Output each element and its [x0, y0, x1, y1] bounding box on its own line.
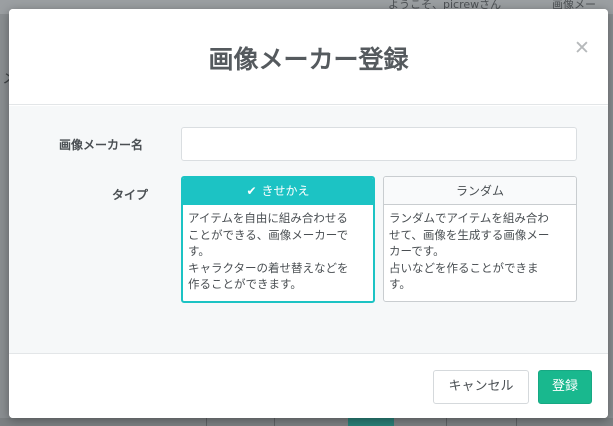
type-option-header: ランダム	[384, 177, 576, 205]
cancel-button[interactable]: キャンセル	[433, 370, 529, 404]
background-table-divider	[274, 418, 275, 426]
close-icon[interactable]: ✕	[572, 38, 592, 58]
modal-header: 画像メーカー登録 ✕	[9, 9, 608, 105]
type-option-description: アイテムを自由に組み合わせる ことができる、画像メーカーで す。 キャラクターの…	[188, 211, 349, 291]
background-table-strip	[0, 418, 613, 426]
register-button[interactable]: 登録	[538, 370, 592, 404]
background-table-divider	[206, 418, 207, 426]
background-table-divider	[516, 418, 517, 426]
type-option-description: ランダムでアイテムを組み合わ せて、画像を生成する画像メー カーです。 占いなど…	[389, 211, 550, 291]
modal-footer: キャンセル 登録	[9, 353, 608, 418]
background-table-divider	[446, 418, 447, 426]
maker-name-input[interactable]	[181, 127, 577, 161]
modal-title: 画像メーカー登録	[208, 45, 409, 74]
type-option-random[interactable]: ランダム ランダムでアイテムを組み合わ せて、画像を生成する画像メー カーです。…	[383, 176, 577, 302]
register-maker-modal: 画像メーカー登録 ✕ 画像メーカー名 タイプ ✔ きせかえ アイテムを自由に組み合…	[9, 9, 608, 418]
maker-name-label: 画像メーカー名	[59, 138, 144, 152]
type-option-header: ✔ きせかえ	[183, 178, 373, 205]
background-teal-cell	[348, 418, 394, 426]
type-option-label: きせかえ	[261, 184, 310, 198]
modal-body: 画像メーカー名 タイプ ✔ きせかえ アイテムを自由に組み合わせる ことができる、…	[9, 106, 608, 353]
type-label: タイプ	[112, 188, 149, 202]
check-icon: ✔	[246, 184, 257, 198]
type-option-label: ランダム	[455, 184, 504, 198]
type-option-kisekae[interactable]: ✔ きせかえ アイテムを自由に組み合わせる ことができる、画像メーカーで す。 キ…	[181, 176, 375, 303]
